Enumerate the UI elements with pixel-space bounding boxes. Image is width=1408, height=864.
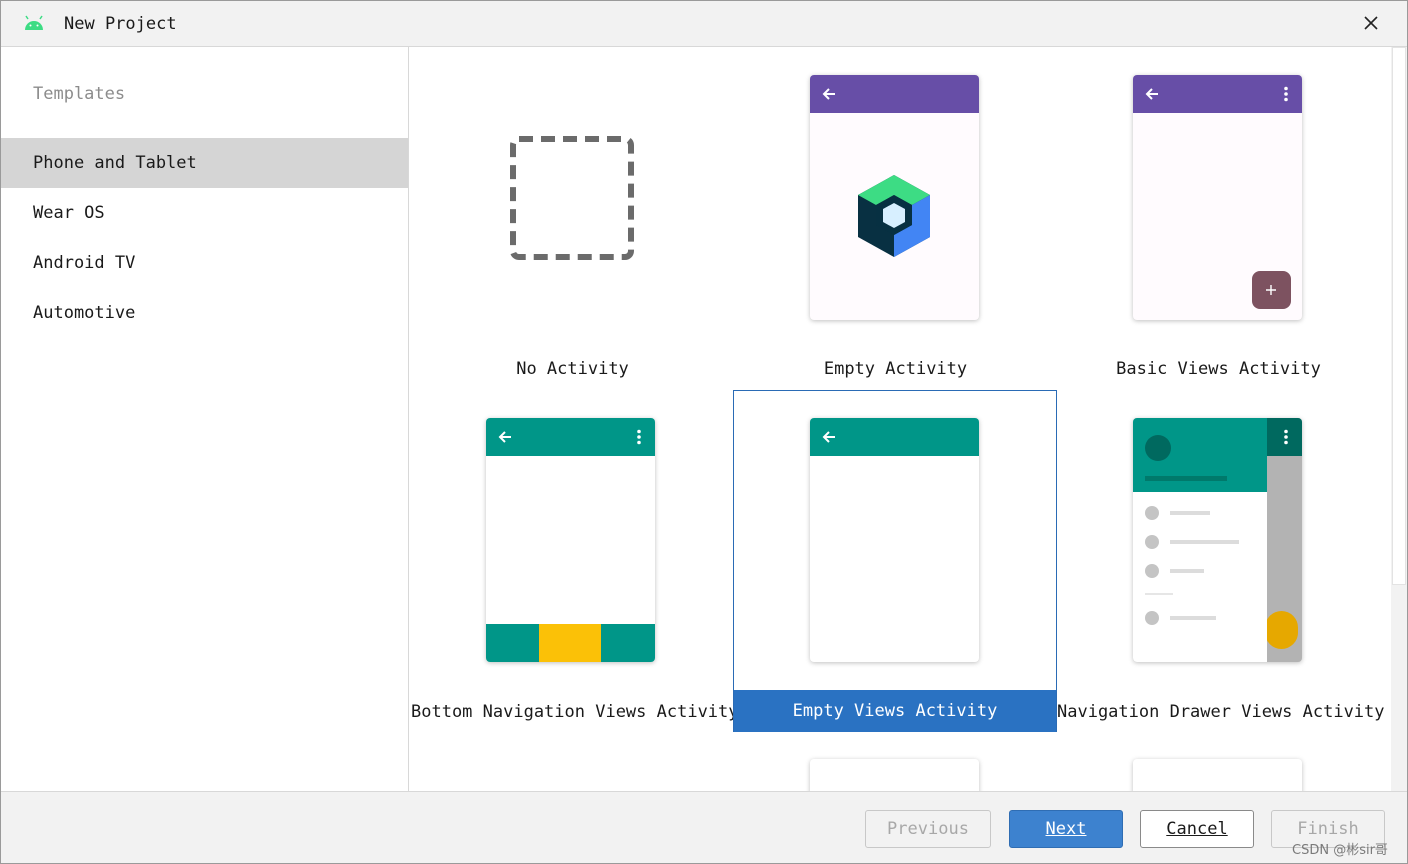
drawer-item-icon xyxy=(1145,564,1159,578)
next-button[interactable]: Next xyxy=(1009,810,1123,848)
close-icon[interactable] xyxy=(1359,11,1383,35)
navigation-drawer xyxy=(1133,418,1267,662)
back-arrow-icon xyxy=(822,88,835,100)
overflow-menu-icon xyxy=(1284,429,1288,445)
template-label: Bottom Navigation Views Activity xyxy=(411,702,739,722)
watermark-text: CSDN @彬sir哥 xyxy=(1292,843,1388,858)
window-title: New Project xyxy=(64,14,177,34)
avatar xyxy=(1145,435,1171,461)
sidebar-item-label: Phone and Tablet xyxy=(33,153,197,173)
overflow-menu-icon xyxy=(1284,86,1288,102)
drawer-item-text xyxy=(1170,511,1210,515)
sidebar-item-label: Automotive xyxy=(33,303,136,323)
drawer-item-text xyxy=(1170,540,1239,544)
template-empty-views-activity[interactable]: Empty Views Activity xyxy=(733,390,1057,732)
back-arrow-icon xyxy=(822,431,835,443)
dialog-footer: Previous Next Cancel Finish xyxy=(1,791,1407,863)
android-icon xyxy=(25,15,43,30)
previous-button[interactable]: Previous xyxy=(865,810,991,848)
phone-preview-partial xyxy=(810,759,979,791)
template-no-activity[interactable]: No Activity xyxy=(411,47,734,389)
sidebar-item-label: Wear OS xyxy=(33,203,105,223)
back-arrow-icon xyxy=(498,431,511,443)
fab-add-icon xyxy=(1252,271,1291,309)
app-bar xyxy=(810,75,979,113)
back-arrow-icon xyxy=(1145,88,1158,100)
bottom-nav-selected-tab xyxy=(539,624,601,662)
drawer-item-icon xyxy=(1145,611,1159,625)
app-bar xyxy=(810,418,979,456)
no-activity-placeholder-icon xyxy=(510,136,634,260)
drawer-item-text xyxy=(1170,616,1216,620)
new-project-dialog: New Project Templates Phone and Tablet W… xyxy=(0,0,1408,864)
template-bottom-navigation-views-activity[interactable]: Bottom Navigation Views Activity xyxy=(411,390,739,732)
phone-preview xyxy=(810,75,979,320)
phone-preview xyxy=(810,418,979,662)
fab-add-icon xyxy=(1265,611,1298,649)
phone-preview-partial xyxy=(1133,759,1302,791)
app-bar xyxy=(1267,418,1302,456)
drawer-item-icon xyxy=(1145,535,1159,549)
scrollbar-thumb[interactable] xyxy=(1392,47,1406,585)
template-label: Empty Activity xyxy=(823,359,968,379)
drawer-header xyxy=(1133,418,1267,492)
template-basic-views-activity[interactable]: Basic Views Activity xyxy=(1057,47,1380,389)
app-bar xyxy=(486,418,655,456)
templates-sidebar: Templates Phone and Tablet Wear OS Andro… xyxy=(1,47,409,791)
sidebar-item-label: Android TV xyxy=(33,253,136,273)
drawer-item-text xyxy=(1170,569,1204,573)
template-label: No Activity xyxy=(516,359,629,379)
bottom-navigation-bar xyxy=(486,624,655,662)
template-empty-activity[interactable]: Empty Activity xyxy=(734,47,1057,389)
compose-logo-icon xyxy=(858,175,930,257)
phone-preview xyxy=(1133,75,1302,320)
phone-preview xyxy=(486,418,655,662)
cancel-button[interactable]: Cancel xyxy=(1140,810,1254,848)
drawer-header-text xyxy=(1145,476,1227,481)
title-bar: New Project xyxy=(1,1,1407,47)
template-gallery: No Activity Empty Activity Basic Views A… xyxy=(409,47,1391,791)
drawer-divider xyxy=(1145,593,1173,595)
app-bar xyxy=(1133,75,1302,113)
drawer-item-icon xyxy=(1145,506,1159,520)
overflow-menu-icon xyxy=(637,429,641,445)
sidebar-item-phone-and-tablet[interactable]: Phone and Tablet xyxy=(1,138,408,188)
sidebar-item-wear-os[interactable]: Wear OS xyxy=(1,188,408,238)
phone-preview xyxy=(1133,418,1302,662)
sidebar-item-automotive[interactable]: Automotive xyxy=(1,288,408,338)
template-label: Basic Views Activity xyxy=(1116,359,1321,379)
sidebar-item-android-tv[interactable]: Android TV xyxy=(1,238,408,288)
template-label: Empty Views Activity xyxy=(734,690,1056,732)
sidebar-header: Templates xyxy=(33,84,126,104)
template-navigation-drawer-views-activity[interactable]: Navigation Drawer Views Activity xyxy=(1057,390,1385,732)
template-label: Navigation Drawer Views Activity xyxy=(1057,702,1385,722)
